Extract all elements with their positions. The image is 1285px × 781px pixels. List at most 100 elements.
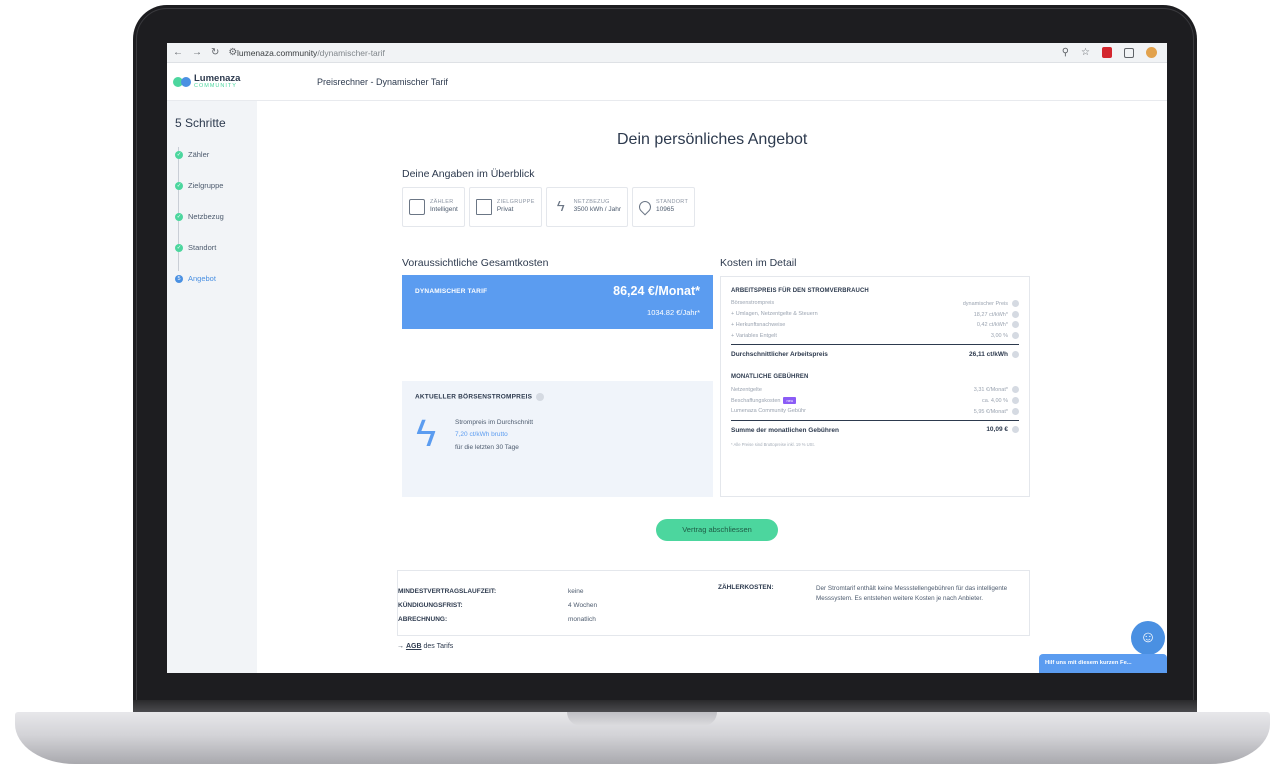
detail-row: + Variables Entgelt 3,00 %	[731, 330, 1019, 341]
lumenaza-logo[interactable]: Lumenaza COMMUNITY	[167, 74, 257, 89]
detail-label: + Variables Entgelt	[731, 332, 777, 339]
forward-icon[interactable]: →	[192, 47, 202, 58]
info-icon[interactable]	[1012, 299, 1019, 307]
terms-value: monatlich	[568, 615, 596, 623]
agb-suffix: des Tarifs	[421, 643, 454, 650]
chip-standort: STANDORT 10965	[632, 187, 696, 227]
site-info-icon[interactable]: ⚙	[228, 47, 237, 58]
tariff-name: DYNAMISCHER TARIF	[415, 288, 488, 295]
detail-row: + Umlagen, Netzentgelte & Steuern 18,27 c…	[731, 309, 1019, 320]
meter-costs-key: ZÄHLERKOSTEN:	[718, 584, 774, 591]
step-label: Netzbezug	[188, 212, 224, 221]
bookmark-star-icon[interactable]: ☆	[1081, 47, 1090, 58]
chatbot-icon[interactable]: ☺	[1131, 621, 1165, 655]
address-bar[interactable]: lumenaza.community/dynamischer-tarif	[237, 48, 385, 58]
monthly-fees-sum-row: Summe der monatlichen Gebühren 10,09 €	[731, 419, 1019, 435]
check-icon: ✓	[175, 243, 183, 252]
check-icon: ✓	[175, 212, 183, 221]
sum-label: Summe der monatlichen Gebühren	[731, 426, 839, 434]
info-icon[interactable]	[1012, 310, 1019, 318]
detail-value: 3,31 €/Monat*	[973, 387, 1008, 394]
laptop-screen: ← → ↻ ⚙ lumenaza.community/dynamischer-t…	[167, 43, 1167, 673]
detail-row: Beschaffungskosten neu ca. 4,00 %	[731, 395, 1019, 406]
exchange-price-title-text: AKTUELLER BÖRSENSTROMPREIS	[415, 393, 533, 401]
chip-label: NETZBEZUG	[573, 198, 610, 205]
url-host: lumenaza.community	[237, 47, 318, 58]
pdf-extension-icon[interactable]	[1102, 47, 1112, 58]
reload-icon[interactable]: ↻	[211, 47, 219, 58]
step-standort[interactable]: ✓ Standort	[175, 232, 255, 263]
meter-icon	[409, 199, 425, 215]
meter-costs-text: Der Stromtarif enthält keine Messstellen…	[816, 585, 1008, 603]
info-icon[interactable]	[1012, 386, 1019, 394]
info-icon[interactable]	[1012, 426, 1019, 434]
zoom-icon[interactable]: ⚲	[1062, 47, 1069, 58]
detail-label: + Herkunftsnachweise	[731, 321, 786, 328]
yearly-price: 1034.82 €/Jahr*	[647, 308, 700, 317]
average-work-price-row: Durchschnittlicher Arbeitspreis 26,11 ct/…	[731, 344, 1019, 359]
total-costs-heading: Voraussichtliche Gesamtkosten	[402, 257, 549, 269]
detail-value: 5,95 €/Monat*	[973, 408, 1008, 415]
lightning-icon: ϟ	[416, 413, 437, 455]
monthly-fees-header: MONATLICHE GEBÜHREN	[731, 374, 809, 381]
terms-value: 4 Wochen	[568, 601, 598, 609]
detail-row: Börsenstrompreis dynamischer Preis	[731, 298, 1019, 309]
exchange-price-text: Strompreis im Durchschnitt 7,20 ct/kWh b…	[455, 417, 533, 454]
step-label: Angebot	[188, 274, 216, 283]
chip-label: ZIELGRUPPE	[496, 198, 535, 205]
step-angebot[interactable]: 5 Angebot	[175, 263, 255, 294]
sum-value: 10,09 €	[986, 426, 1008, 434]
exchange-line-2: 7,20 ct/kWh brutto	[455, 431, 508, 439]
terms-row: KÜNDIGUNGSFRIST: 4 Wochen	[398, 598, 638, 612]
info-icon[interactable]	[1012, 351, 1019, 359]
terms-row: MINDESTVERTRAGSLAUFZEIT: keine	[398, 584, 638, 598]
terms-key: ABRECHNUNG:	[398, 615, 448, 623]
feedback-tab[interactable]: Hilf uns mit diesem kurzen Fe...	[1039, 654, 1167, 673]
detail-row: Netzentgelte 3,31 €/Monat*	[731, 384, 1019, 395]
browser-toolbar: ← → ↻ ⚙ lumenaza.community/dynamischer-t…	[167, 43, 1167, 63]
step-zielgruppe[interactable]: ✓ Zielgruppe	[175, 170, 255, 201]
steps-list: ✓ Zähler ✓ Zielgruppe ✓ Netzbezug ✓ Stan…	[175, 139, 255, 294]
detail-label: Beschaffungskosten	[731, 397, 781, 404]
info-icon[interactable]	[1012, 407, 1019, 415]
extensions-icon[interactable]	[1124, 47, 1134, 58]
contract-terms-card: MINDESTVERTRAGSLAUFZEIT: keine KÜNDIGUNGS…	[397, 570, 1030, 636]
info-icon[interactable]	[1012, 332, 1019, 340]
step-zaehler[interactable]: ✓ Zähler	[175, 139, 255, 170]
detail-value: dynamischer Preis	[962, 300, 1008, 307]
check-icon: ✓	[175, 181, 183, 190]
location-pin-icon	[636, 198, 654, 216]
cost-detail-heading: Kosten im Detail	[720, 257, 797, 269]
detail-label: Netzentgelte	[731, 386, 762, 393]
detail-value: ca. 4,00 %	[982, 397, 1008, 404]
sidebar-title: 5 Schritte	[175, 116, 226, 130]
sum-value: 26,11 ct/kWh	[968, 351, 1008, 359]
page-title: Preisrechner - Dynamischer Tarif	[317, 76, 448, 87]
detail-label: Börsenstrompreis	[731, 300, 775, 307]
info-icon[interactable]	[1012, 321, 1019, 329]
logo-subtitle: COMMUNITY	[194, 82, 237, 89]
chip-label: ZÄHLER	[430, 198, 454, 205]
bolt-icon: ϟ	[556, 198, 565, 215]
agb-link-row: → AGB des Tarifs	[397, 643, 453, 650]
steps-sidebar: 5 Schritte ✓ Zähler ✓ Zielgruppe ✓ Netzb…	[167, 101, 257, 673]
exchange-price-title: AKTUELLER BÖRSENSTROMPREIS	[415, 393, 545, 401]
terms-key: MINDESTVERTRAGSLAUFZEIT:	[398, 587, 497, 595]
terms-key: KÜNDIGUNGSFRIST:	[398, 601, 463, 609]
chip-value: Privat	[496, 206, 514, 214]
step-netzbezug[interactable]: ✓ Netzbezug	[175, 201, 255, 232]
sign-contract-button[interactable]: Vertrag abschliessen	[656, 519, 778, 541]
tariff-price-card: DYNAMISCHER TARIF 86,24 €/Monat* 1034.82…	[402, 275, 713, 329]
profile-avatar[interactable]	[1146, 47, 1157, 58]
info-icon[interactable]	[1012, 396, 1019, 404]
step-number-badge: 5	[175, 274, 183, 283]
agb-link[interactable]: AGB	[406, 643, 422, 650]
detail-row: Lumenaza Community Gebühr 5,95 €/Monat*	[731, 406, 1019, 417]
url-path: /dynamischer-tarif	[317, 47, 385, 58]
back-icon[interactable]: ←	[173, 47, 183, 58]
cost-detail-card: ARBEITSPREIS FÜR DEN STROMVERBRAUCH Börs…	[720, 276, 1030, 497]
info-icon[interactable]	[536, 393, 545, 401]
terms-row: ABRECHNUNG: monatlich	[398, 612, 638, 626]
chip-zaehler: ZÄHLER Intelligent	[402, 187, 465, 227]
monthly-price: 86,24 €/Monat*	[613, 284, 700, 298]
